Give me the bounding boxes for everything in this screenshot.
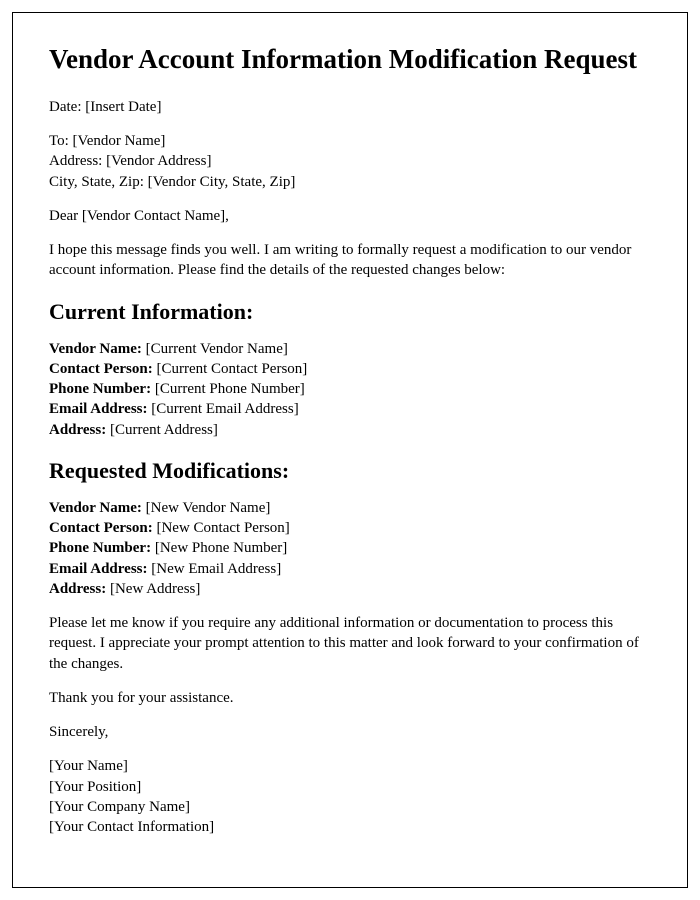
current-info-heading: Current Information: <box>49 299 651 325</box>
signature-block: [Your Name] [Your Position] [Your Compan… <box>49 756 651 837</box>
requested-vendor-name-value: [New Vendor Name] <box>142 500 270 516</box>
requested-address-value: [New Address] <box>106 581 200 597</box>
document-title: Vendor Account Information Modification … <box>49 43 651 77</box>
requested-vendor-name-label: Vendor Name: <box>49 500 142 516</box>
current-phone-value: [Current Phone Number] <box>151 381 305 397</box>
salutation: Dear [Vendor Contact Name], <box>49 206 651 226</box>
requested-contact-person-label: Contact Person: <box>49 520 153 536</box>
closing-paragraph-2: Thank you for your assistance. <box>49 688 651 708</box>
current-email-value: [Current Email Address] <box>148 401 299 417</box>
recipient-block: To: [Vendor Name] Address: [Vendor Addre… <box>49 131 651 192</box>
requested-heading: Requested Modifications: <box>49 458 651 484</box>
requested-phone-label: Phone Number: <box>49 540 151 556</box>
current-vendor-name: Vendor Name: [Current Vendor Name] <box>49 339 651 359</box>
requested-email: Email Address: [New Email Address] <box>49 559 651 579</box>
document-container: Vendor Account Information Modification … <box>12 12 688 888</box>
current-phone-label: Phone Number: <box>49 381 151 397</box>
recipient-to: To: [Vendor Name] <box>49 131 651 151</box>
signature-company: [Your Company Name] <box>49 797 651 817</box>
current-address: Address: [Current Address] <box>49 420 651 440</box>
requested-address: Address: [New Address] <box>49 579 651 599</box>
signature-name: [Your Name] <box>49 756 651 776</box>
intro-paragraph: I hope this message finds you well. I am… <box>49 240 651 281</box>
current-contact-person-value: [Current Contact Person] <box>153 361 308 377</box>
requested-vendor-name: Vendor Name: [New Vendor Name] <box>49 498 651 518</box>
current-contact-person-label: Contact Person: <box>49 361 153 377</box>
signature-contact: [Your Contact Information] <box>49 817 651 837</box>
current-contact-person: Contact Person: [Current Contact Person] <box>49 359 651 379</box>
signature-position: [Your Position] <box>49 777 651 797</box>
current-address-label: Address: <box>49 422 106 438</box>
date-line: Date: [Insert Date] <box>49 97 651 117</box>
current-address-value: [Current Address] <box>106 422 218 438</box>
requested-phone-value: [New Phone Number] <box>151 540 287 556</box>
current-vendor-name-label: Vendor Name: <box>49 341 142 357</box>
requested-phone: Phone Number: [New Phone Number] <box>49 538 651 558</box>
requested-contact-person-value: [New Contact Person] <box>153 520 290 536</box>
requested-contact-person: Contact Person: [New Contact Person] <box>49 518 651 538</box>
signoff: Sincerely, <box>49 722 651 742</box>
current-phone: Phone Number: [Current Phone Number] <box>49 379 651 399</box>
current-info-block: Vendor Name: [Current Vendor Name] Conta… <box>49 339 651 440</box>
requested-address-label: Address: <box>49 581 106 597</box>
current-email-label: Email Address: <box>49 401 148 417</box>
recipient-city-state-zip: City, State, Zip: [Vendor City, State, Z… <box>49 172 651 192</box>
requested-email-value: [New Email Address] <box>148 561 282 577</box>
requested-info-block: Vendor Name: [New Vendor Name] Contact P… <box>49 498 651 599</box>
closing-paragraph-1: Please let me know if you require any ad… <box>49 613 651 674</box>
current-email: Email Address: [Current Email Address] <box>49 399 651 419</box>
requested-email-label: Email Address: <box>49 561 148 577</box>
current-vendor-name-value: [Current Vendor Name] <box>142 341 288 357</box>
recipient-address: Address: [Vendor Address] <box>49 151 651 171</box>
